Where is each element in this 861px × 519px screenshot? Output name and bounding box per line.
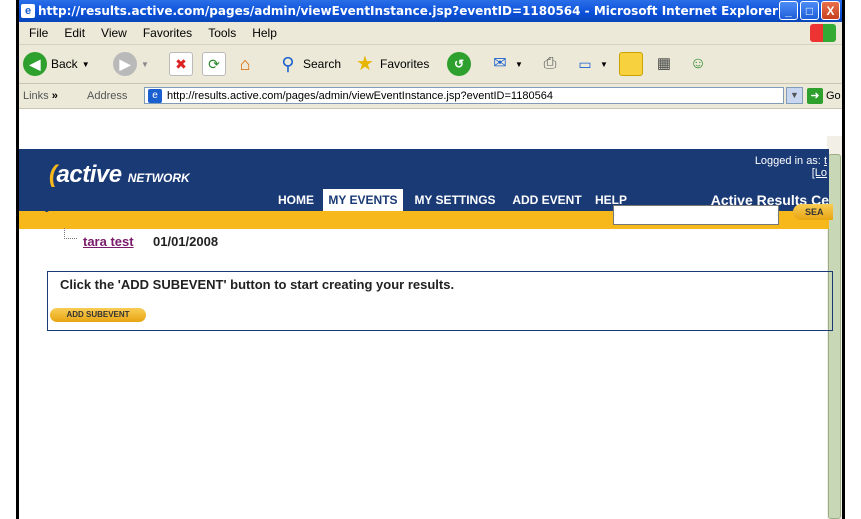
- messenger-icon[interactable]: ☺: [687, 53, 709, 75]
- site-search-button[interactable]: SEA: [793, 204, 833, 220]
- menu-bar: File Edit View Favorites Tools Help: [19, 22, 842, 45]
- logged-in-user-link[interactable]: t: [824, 155, 827, 167]
- favorites-button[interactable]: ★ Favorites: [354, 53, 429, 75]
- logo-swoosh-icon: (: [49, 161, 57, 188]
- menu-view[interactable]: View: [101, 26, 127, 40]
- active-network-logo[interactable]: (active NETWORK: [49, 161, 190, 189]
- print-icon[interactable]: ⎙: [539, 53, 561, 75]
- address-dropdown-icon[interactable]: ▼: [786, 87, 803, 104]
- add-subevent-button[interactable]: ADD SUBEVENT: [50, 308, 146, 322]
- back-dropdown-icon: ▼: [81, 59, 90, 69]
- menu-edit[interactable]: Edit: [64, 26, 85, 40]
- history-icon[interactable]: ↺: [447, 52, 471, 76]
- go-button[interactable]: ➜ Go: [807, 87, 841, 104]
- logged-in-label: Logged in as:: [754, 155, 821, 167]
- home-icon[interactable]: ⌂: [234, 53, 256, 75]
- address-bar: Links» Address e http://results.active.co…: [19, 84, 842, 109]
- window-title: http://results.active.com/pages/admin/vi…: [38, 4, 778, 18]
- mail-icon[interactable]: ✉: [489, 53, 511, 75]
- panel-message: Click the 'ADD SUBEVENT' button to start…: [60, 277, 455, 292]
- menu-file[interactable]: File: [29, 26, 48, 40]
- subevent-panel: Click the 'ADD SUBEVENT' button to start…: [47, 271, 833, 331]
- tree-connector: [64, 228, 77, 239]
- login-status: Logged in as: t [Lo: [755, 155, 827, 179]
- nav-home[interactable]: HOME: [271, 189, 321, 211]
- mail-dropdown-icon[interactable]: ▼: [515, 60, 523, 69]
- toolbar: ◀ Back ▼ ▶ ▼ ✖ ⟳ ⌂ ⚲ Search ★ Favorites ↺ ✉ ▼…: [19, 45, 842, 84]
- back-button[interactable]: ◀ Back ▼: [23, 52, 90, 76]
- browser-window: e http://results.active.com/pages/admin/v…: [16, 0, 845, 519]
- logo-main: active: [56, 161, 123, 188]
- edit-icon[interactable]: ▭: [574, 53, 596, 75]
- nav-my-settings[interactable]: MY SETTINGS: [407, 189, 503, 211]
- back-label: Back: [51, 57, 78, 71]
- search-input[interactable]: [613, 205, 779, 225]
- search-button[interactable]: ⚲ Search: [277, 53, 341, 75]
- site-header: (active NETWORK Logged in as: t [Lo HOME…: [19, 149, 829, 211]
- close-button[interactable]: X: [821, 1, 840, 20]
- menu-help[interactable]: Help: [252, 26, 277, 40]
- note-icon[interactable]: [619, 52, 643, 76]
- refresh-icon[interactable]: ⟳: [202, 52, 226, 76]
- address-input[interactable]: e http://results.active.com/pages/admin/v…: [144, 87, 784, 104]
- search-label: Search: [303, 57, 342, 71]
- edit-dropdown-icon[interactable]: ▼: [600, 60, 608, 69]
- menu-favorites[interactable]: Favorites: [143, 26, 192, 40]
- stop-icon[interactable]: ✖: [169, 52, 193, 76]
- forward-arrow-icon: ▶: [113, 52, 137, 76]
- nav-add-event[interactable]: ADD EVENT: [507, 189, 587, 211]
- event-date: 01/01/2008: [153, 234, 219, 249]
- nav-my-events[interactable]: MY EVENTS: [323, 189, 403, 211]
- page-viewport: ▲ (active NETWORK Logged in as: t [Lo HO…: [19, 109, 842, 519]
- forward-button[interactable]: ▶ ▼: [113, 52, 149, 76]
- page-icon: e: [148, 89, 162, 103]
- maximize-button[interactable]: □: [800, 1, 819, 20]
- search-icon: ⚲: [281, 54, 295, 74]
- ie-icon: e: [21, 4, 35, 18]
- logo-network: NETWORK: [127, 171, 190, 185]
- minimize-button[interactable]: _: [779, 1, 798, 20]
- page-title: My Events: [33, 196, 103, 212]
- window-controls: _ □ X: [779, 1, 840, 20]
- research-icon[interactable]: ▦: [653, 53, 675, 75]
- links-chevron-icon[interactable]: »: [52, 90, 58, 102]
- links-label[interactable]: Links: [23, 90, 49, 102]
- back-arrow-icon: ◀: [23, 52, 47, 76]
- favorites-star-icon: ★: [356, 53, 374, 75]
- go-arrow-icon: ➜: [807, 87, 823, 104]
- go-label: Go: [826, 89, 841, 102]
- windows-logo-icon: [810, 24, 836, 42]
- title-bar: e http://results.active.com/pages/admin/v…: [19, 0, 842, 22]
- favorites-label: Favorites: [380, 57, 430, 71]
- forward-dropdown-icon: ▼: [141, 59, 149, 69]
- event-link[interactable]: tara test: [83, 234, 134, 249]
- address-url: http://results.active.com/pages/admin/vi…: [167, 90, 553, 102]
- address-label: Address: [87, 90, 128, 102]
- logout-link[interactable]: [Lo: [812, 167, 827, 179]
- menu-tools[interactable]: Tools: [208, 26, 236, 40]
